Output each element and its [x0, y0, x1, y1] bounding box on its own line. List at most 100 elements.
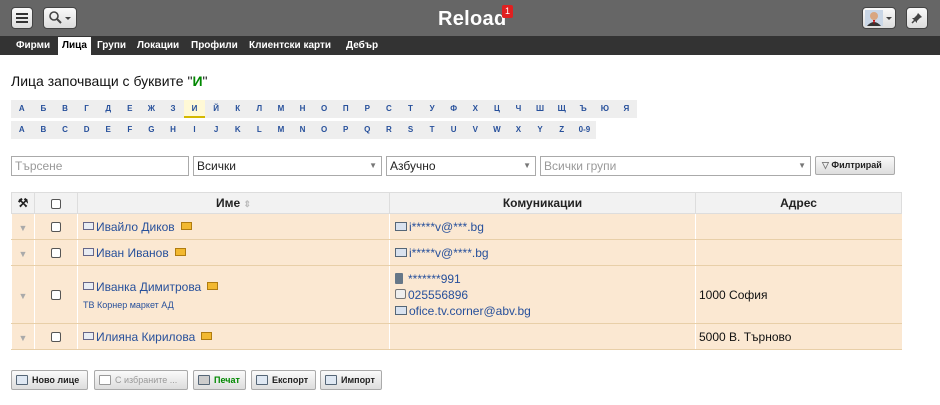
search-button[interactable]	[43, 7, 77, 29]
alphabet-letter[interactable]: X	[508, 121, 530, 139]
person-name-link[interactable]: Иван Иванов	[96, 246, 169, 260]
pin-button[interactable]	[906, 7, 928, 29]
table-row[interactable]: ▼ Ивайло Диков i*****v@***.bg	[11, 213, 902, 240]
alphabet-letter[interactable]: Ш	[529, 100, 551, 118]
export-button[interactable]: Експорт	[251, 370, 316, 390]
alphabet-letter[interactable]: Е	[119, 100, 141, 118]
alphabet-letter[interactable]: Q	[357, 121, 379, 139]
person-name-link[interactable]: Илияна Кирилова	[96, 330, 195, 344]
tab-locations[interactable]: Локации	[137, 39, 179, 53]
tab-client-cards[interactable]: Клиентски карти	[249, 39, 331, 53]
alphabet-letter[interactable]: М	[270, 100, 292, 118]
search-input[interactable]: Търсене	[11, 156, 189, 176]
print-button[interactable]: Печат	[193, 370, 246, 390]
alphabet-letter[interactable]: F	[119, 121, 141, 139]
alphabet-letter[interactable]: Ч	[508, 100, 530, 118]
alphabet-letter[interactable]: 0-9	[572, 121, 596, 139]
filter-button[interactable]: ▽ Филтрирай	[815, 156, 895, 175]
user-menu-button[interactable]	[862, 7, 896, 29]
alphabet-letter[interactable]: D	[76, 121, 98, 139]
menu-button[interactable]	[11, 7, 33, 29]
alphabet-letter[interactable]: E	[97, 121, 119, 139]
alphabet-letter[interactable]: J	[205, 121, 227, 139]
folder-icon[interactable]	[180, 222, 192, 231]
alphabet-letter[interactable]: Ъ	[572, 100, 594, 118]
alphabet-letter[interactable]: N	[292, 121, 314, 139]
alphabet-letter[interactable]: U	[443, 121, 465, 139]
folder-icon[interactable]	[207, 282, 219, 291]
alphabet-letter[interactable]: Б	[33, 100, 55, 118]
alphabet-letter[interactable]: V	[464, 121, 486, 139]
row-checkbox[interactable]	[51, 248, 61, 259]
sort-icon[interactable]: ⇕	[243, 199, 251, 209]
communication-item[interactable]: 025556896	[395, 287, 695, 303]
alphabet-letter[interactable]: Ц	[486, 100, 508, 118]
alphabet-letter[interactable]: Ф	[443, 100, 465, 118]
tab-debug[interactable]: Дебър	[346, 39, 378, 53]
alphabet-letter[interactable]: Y	[529, 121, 551, 139]
alphabet-letter[interactable]: Х	[464, 100, 486, 118]
communication-item[interactable]: i*****v@***.bg	[395, 219, 695, 235]
tab-profiles[interactable]: Профили	[191, 39, 238, 53]
alphabet-letter[interactable]: О	[313, 100, 335, 118]
name-column-header[interactable]: Име ⇕	[77, 192, 390, 214]
groups-select[interactable]: Всички групи ▼	[540, 156, 811, 176]
alphabet-letter[interactable]: T	[421, 121, 443, 139]
row-menu-icon[interactable]: ▼	[19, 223, 28, 233]
type-select[interactable]: Всички ▼	[193, 156, 382, 176]
row-menu-icon[interactable]: ▼	[19, 249, 28, 259]
alphabet-letter[interactable]: В	[54, 100, 76, 118]
alphabet-letter[interactable]: M	[270, 121, 292, 139]
alphabet-letter[interactable]: C	[54, 121, 76, 139]
alphabet-letter[interactable]: P	[335, 121, 357, 139]
alphabet-letter[interactable]: Л	[249, 100, 271, 118]
alphabet-letter[interactable]: П	[335, 100, 357, 118]
row-menu-icon[interactable]: ▼	[19, 333, 28, 343]
alphabet-letter[interactable]: Ж	[141, 100, 163, 118]
with-selected-button[interactable]: С избраните ...	[94, 370, 188, 390]
alphabet-letter[interactable]: С	[378, 100, 400, 118]
alphabet-letter[interactable]: A	[11, 121, 33, 139]
new-person-button[interactable]: Ново лице	[11, 370, 88, 390]
alphabet-letter[interactable]: И	[183, 100, 206, 118]
table-row[interactable]: ▼ Иванка Димитрова ТВ Корнер маркет АД *…	[11, 265, 902, 324]
alphabet-letter[interactable]: H	[162, 121, 184, 139]
alphabet-letter[interactable]: R	[378, 121, 400, 139]
alphabet-letter[interactable]: Т	[400, 100, 422, 118]
folder-icon[interactable]	[174, 248, 186, 257]
alphabet-letter[interactable]: O	[313, 121, 335, 139]
communication-item[interactable]: ofice.tv.corner@abv.bg	[395, 303, 695, 319]
alphabet-letter[interactable]: Р	[357, 100, 379, 118]
notification-badge[interactable]: 1	[502, 5, 513, 18]
alphabet-letter[interactable]: Д	[97, 100, 119, 118]
table-row[interactable]: ▼ Илияна Кирилова 5000 В. Търново	[11, 323, 902, 350]
alphabet-letter[interactable]: B	[33, 121, 55, 139]
folder-icon[interactable]	[201, 332, 213, 341]
person-name-link[interactable]: Иванка Димитрова	[96, 280, 201, 294]
alphabet-letter[interactable]: З	[162, 100, 184, 118]
import-button[interactable]: Импорт	[320, 370, 382, 390]
row-checkbox[interactable]	[51, 222, 61, 233]
alphabet-letter[interactable]: W	[486, 121, 508, 139]
table-row[interactable]: ▼ Иван Иванов i*****v@****.bg	[11, 239, 902, 266]
row-checkbox[interactable]	[51, 332, 61, 343]
alphabet-letter[interactable]: Н	[292, 100, 314, 118]
alphabet-letter[interactable]: У	[421, 100, 443, 118]
alphabet-letter[interactable]: Я	[616, 100, 638, 118]
alphabet-letter[interactable]: Z	[551, 121, 573, 139]
communication-item[interactable]: *******991	[395, 271, 695, 287]
row-checkbox[interactable]	[51, 290, 61, 301]
tab-firms[interactable]: Фирми	[16, 39, 50, 53]
alphabet-letter[interactable]: Щ	[551, 100, 573, 118]
tab-groups[interactable]: Групи	[97, 39, 126, 53]
alphabet-letter[interactable]: Г	[76, 100, 98, 118]
alphabet-letter[interactable]: Й	[205, 100, 227, 118]
alphabet-letter[interactable]: L	[249, 121, 271, 139]
company-link[interactable]: ТВ Корнер маркет АД	[83, 300, 389, 310]
alphabet-letter[interactable]: S	[400, 121, 422, 139]
select-all-checkbox[interactable]	[51, 198, 61, 209]
order-select[interactable]: Азбучно ▼	[386, 156, 536, 176]
alphabet-letter[interactable]: А	[11, 100, 33, 118]
tab-persons[interactable]: Лица	[58, 37, 91, 55]
row-menu-icon[interactable]: ▼	[19, 291, 28, 301]
